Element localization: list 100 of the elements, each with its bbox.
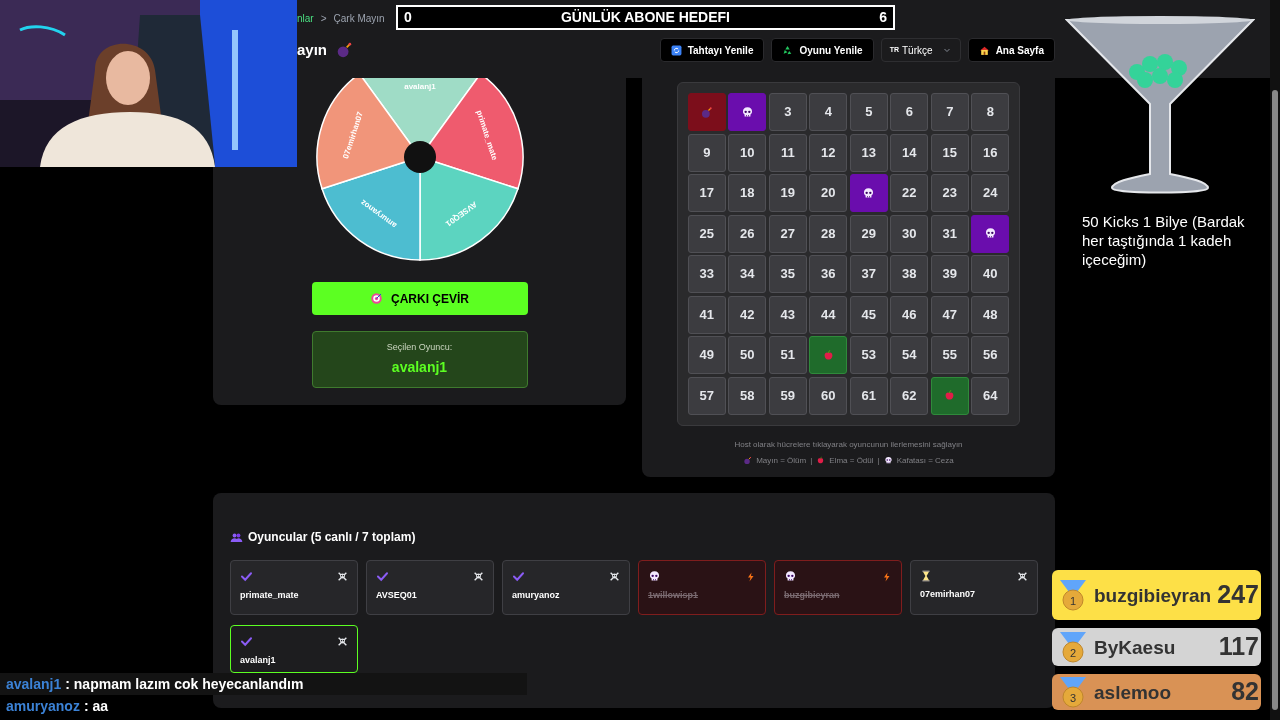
leaderboard-score: 247 [1217,579,1259,611]
board-cell[interactable]: 45 [849,295,888,334]
board-cell[interactable]: 17 [687,174,726,212]
board-cell[interactable]: 20 [809,174,848,212]
board-cell[interactable]: 27 [768,214,807,253]
board-cell[interactable]: 25 [687,214,726,253]
board-cell[interactable]: 50 [728,336,767,374]
player-card[interactable]: amuryanoz [502,560,630,615]
board-cell[interactable]: 46 [890,295,929,334]
board-cell[interactable]: 61 [849,376,888,415]
board-cell[interactable]: 10 [728,133,767,172]
board-cell[interactable]: 19 [768,174,807,212]
board-cell[interactable]: 35 [768,255,807,293]
board-cell[interactable]: 43 [768,295,807,334]
board-cell[interactable]: 5 [849,93,888,131]
skull-icon [983,227,997,240]
board-cell[interactable]: 9 [687,133,726,172]
board-cell[interactable] [687,93,726,131]
lightning-icon [882,571,892,582]
board-cell[interactable]: 3 [768,93,807,131]
board-cell[interactable]: 29 [849,214,888,253]
breadcrumb-separator: > [320,12,327,26]
board-cell[interactable]: 49 [687,336,726,374]
recycle-icon [782,44,794,56]
board-cell[interactable]: 33 [687,255,726,293]
player-card[interactable]: primate_mate [230,560,358,615]
board-cell[interactable]: 23 [930,174,969,212]
board-cell[interactable]: 41 [687,295,726,334]
board-cell[interactable]: 11 [768,133,807,172]
board-cell[interactable]: 62 [890,376,929,415]
skull-crossbones-icon [337,636,348,647]
board-cell[interactable]: 56 [971,336,1010,374]
board-cell[interactable] [971,214,1010,253]
board-cell[interactable]: 42 [728,295,767,334]
board-cell[interactable]: 36 [809,255,848,293]
spin-wheel-button[interactable]: ÇARKI ÇEVİR [311,282,528,315]
board-cell[interactable]: 8 [971,93,1010,131]
board-cell[interactable]: 44 [809,295,848,334]
player-card[interactable]: 1willowisp1 [638,560,766,615]
reset-game-button[interactable]: Oyunu Yenile [771,38,874,62]
board-cell[interactable]: 57 [687,376,726,415]
goal-title: GÜNLÜK ABONE HEDEFI [560,8,730,27]
board-cell[interactable]: 40 [971,255,1010,293]
board-cell[interactable]: 15 [930,133,969,172]
board-cell[interactable]: 47 [930,295,969,334]
board-cell[interactable]: 7 [930,93,969,131]
board-cell[interactable] [809,336,848,374]
board-cell[interactable]: 4 [809,93,848,131]
board-cell[interactable]: 37 [849,255,888,293]
hourglass-icon [920,570,932,582]
board-cell[interactable]: 53 [849,336,888,374]
refresh-board-button[interactable]: Tahtayı Yenile [659,38,765,62]
board-cell[interactable]: 26 [728,214,767,253]
board-cell[interactable]: 54 [890,336,929,374]
board-cell[interactable]: 16 [971,133,1010,172]
board-cell[interactable]: 55 [930,336,969,374]
skull-icon [784,570,797,583]
board-cell[interactable]: 60 [809,376,848,415]
skull-icon [648,570,661,583]
leaderboard-score: 82 [1231,676,1259,708]
target-icon [370,292,383,305]
breadcrumb-link[interactable]: nlar [297,11,314,26]
board-cell[interactable]: 51 [768,336,807,374]
board-cell[interactable] [930,376,969,415]
board-cell[interactable]: 58 [728,376,767,415]
board-cell[interactable]: 39 [930,255,969,293]
board-cell[interactable]: 13 [849,133,888,172]
wheel-hub [403,141,436,173]
board-cell[interactable]: 12 [809,133,848,172]
leaderboard-name: ByKaesu [1094,636,1177,658]
player-name: 07emirhan07 [920,588,977,601]
skull-icon [883,456,893,465]
board-cell[interactable]: 18 [728,174,767,212]
board-cell[interactable]: 38 [890,255,929,293]
player-card[interactable]: 07emirhan07 [910,560,1038,615]
players-title: Oyuncular (5 canlı / 7 toplam) [248,529,416,546]
board-cell[interactable]: 64 [971,376,1010,415]
check-icon [240,570,253,583]
board-cell[interactable]: 34 [728,255,767,293]
player-card[interactable]: avalanj1 [230,625,358,673]
board-cell[interactable]: 24 [971,174,1010,212]
board-cell[interactable]: 30 [890,214,929,253]
check-icon [240,635,253,648]
board-cell[interactable]: 59 [768,376,807,415]
board-cell[interactable]: 31 [930,214,969,253]
check-icon [512,570,525,583]
board-cell[interactable]: 28 [809,214,848,253]
board-cell[interactable] [849,174,888,212]
scrollbar[interactable] [1270,0,1280,720]
player-card[interactable]: AVSEQ01 [366,560,494,615]
board-cell[interactable]: 22 [890,174,929,212]
home-button[interactable]: Ana Sayfa [967,38,1055,62]
board-cell[interactable]: 6 [890,93,929,131]
board-cell[interactable]: 48 [971,295,1010,334]
player-card[interactable]: buzgibieyran [774,560,902,615]
skull-crossbones-icon [1017,570,1028,582]
legend-separator: | [810,454,813,467]
board-cell[interactable]: 14 [890,133,929,172]
skull-crossbones-icon [473,571,484,582]
board-cell[interactable] [728,93,767,131]
